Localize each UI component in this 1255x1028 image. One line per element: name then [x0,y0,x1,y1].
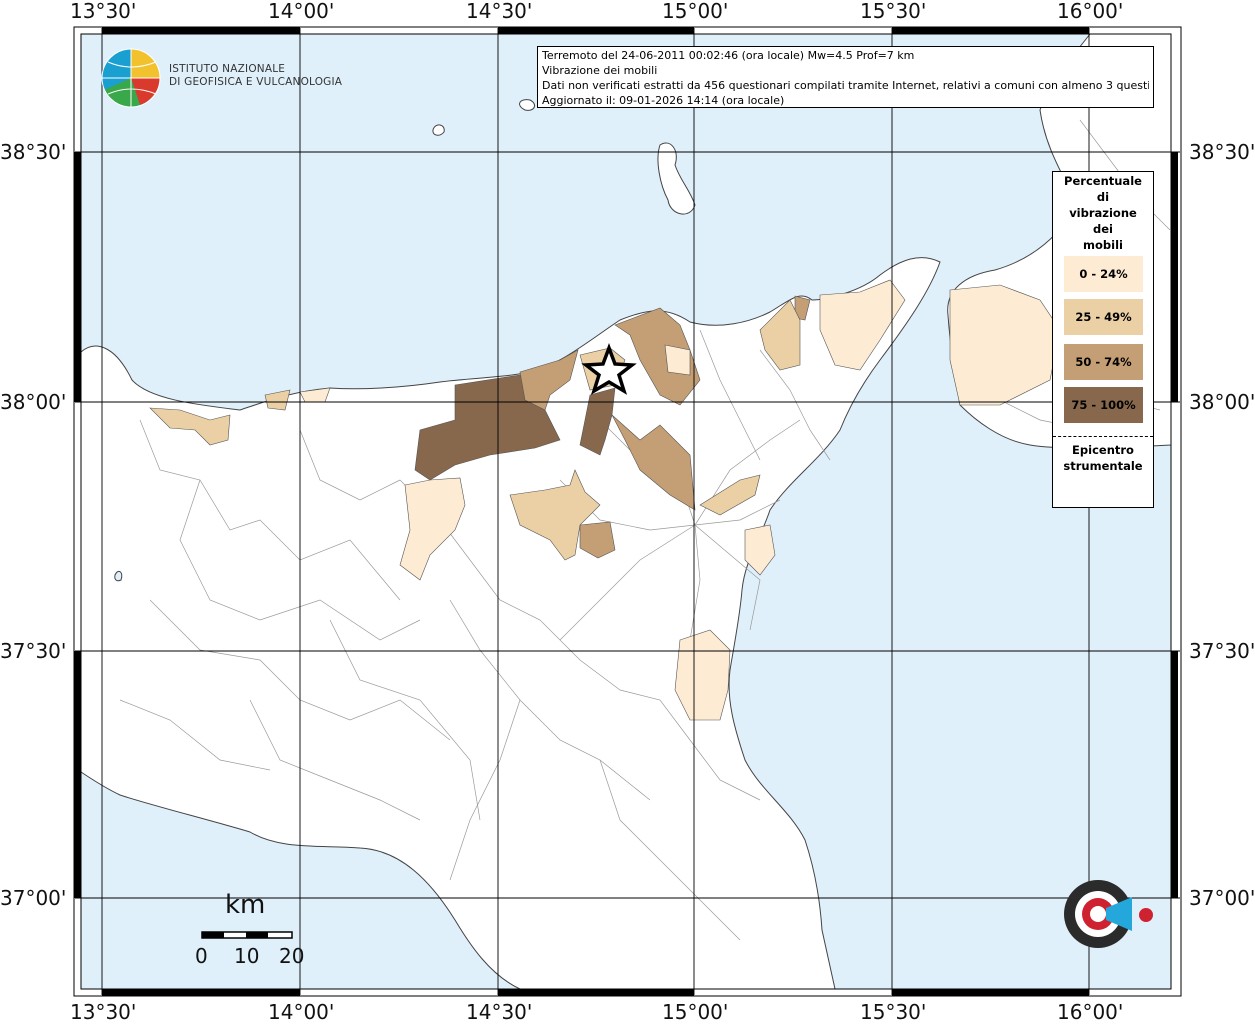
lon-label-bottom-1600: 16°00' [1057,1000,1124,1024]
lat-label-left-3800: 38°00' [0,390,67,414]
institute-line2: DI GEOFISICA E VULCANOLOGIA [169,76,343,88]
lon-label-top-1530: 15°30' [860,0,927,23]
legend-divider [1053,436,1153,437]
scale-bar [201,931,293,939]
legend-title-line: di [1096,190,1110,204]
lon-label-top-1600: 16°00' [1057,0,1124,23]
area-0-24-b [674,629,731,721]
lon-label-bottom-1330: 13°30' [70,1000,137,1024]
legend-epicenter-line: strumentale [1063,459,1143,473]
ingv-logo-icon [101,48,161,108]
lon-label-bottom-1500: 15°00' [662,1000,729,1024]
legend-epicenter-label: Epicentro strumentale [1053,442,1153,474]
lat-label-right-3800: 38°00' [1189,390,1255,414]
legend-title-line: vibrazione [1069,206,1137,220]
legend-class-0-24: 0 - 24% [1064,256,1143,292]
scale-tick-0: 0 [195,944,208,968]
lat-label-left-3730: 37°30' [0,639,67,663]
legend-title-line: Percentuale [1064,174,1142,188]
scale-title: km [225,890,266,920]
updated-line: Aggiornato il: 09-01-2026 14:14 (ora loc… [542,94,785,107]
legend-epicenter-line: Epicentro [1072,443,1134,457]
institute-name: ISTITUTO NAZIONALE DI GEOFISICA E VULCAN… [169,63,342,89]
legend-class-75-100: 75 - 100% [1064,387,1143,423]
lon-label-top-1400: 14°00' [268,0,335,23]
island-alicudi [432,124,445,136]
data-source-line: Dati non verificati estratti da 456 ques… [542,79,1149,92]
lon-label-bottom-1530: 15°30' [860,1000,927,1024]
lon-label-top-1330: 13°30' [70,0,137,23]
institute-line1: ISTITUTO NAZIONALE [169,63,286,75]
map-subject-line: Vibrazione dei mobili [542,64,658,77]
lon-label-top-1500: 15°00' [662,0,729,23]
lat-label-right-3830: 38°30' [1189,140,1255,164]
lat-label-right-3700: 37°00' [1189,886,1255,910]
legend-class-25-49: 25 - 49% [1064,299,1143,335]
legend-title-line: mobili [1083,238,1123,252]
area-0-24-g [664,344,691,376]
legend-class-50-74: 50 - 74% [1064,344,1143,380]
felt-intensity-map [0,0,1255,1024]
event-header-line: Terremoto del 24-06-2011 00:02:46 (ora l… [542,49,915,62]
legend-title: Percentuale di vibrazione dei mobili [1053,173,1153,253]
lon-label-top-1430: 14°30' [466,0,533,23]
event-info-box: Terremoto del 24-06-2011 00:02:46 (ora l… [537,46,1154,108]
legend-title-line: dei [1093,222,1113,236]
lon-label-bottom-1430: 14°30' [466,1000,533,1024]
lat-label-left-3830: 38°30' [0,140,67,164]
lake [114,570,123,582]
lat-label-right-3730: 37°30' [1189,639,1255,663]
scale-tick-10: 10 [234,944,260,968]
legend: Percentuale di vibrazione dei mobili 0 -… [1052,171,1154,508]
lon-label-bottom-1400: 14°00' [268,1000,335,1024]
lat-label-left-3700: 37°00' [0,886,67,910]
scale-tick-20: 20 [279,944,305,968]
